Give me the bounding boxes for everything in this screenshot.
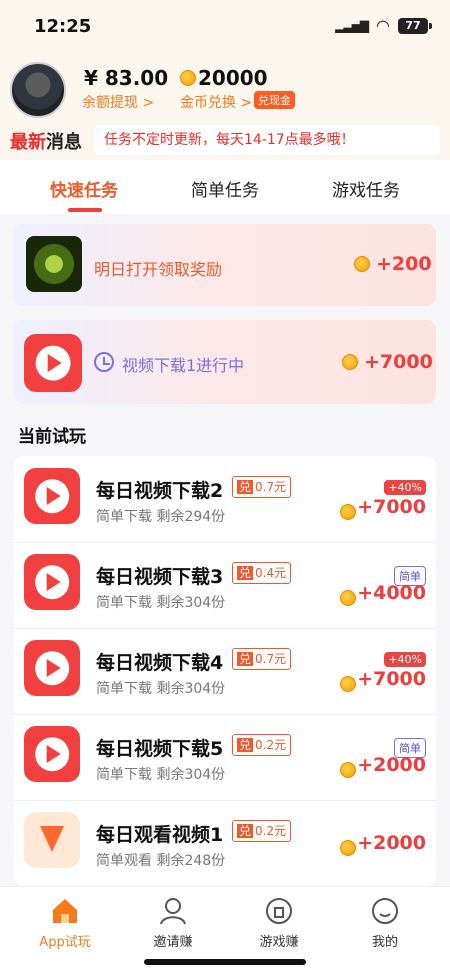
redeem-badge-key: 兑	[237, 480, 254, 494]
task-name: 每日视频下载4	[96, 652, 224, 674]
home-indicator	[144, 959, 306, 965]
task-row[interactable]: 每日观看视频1 兑 0.2元 简单观看 剩余248份 +2000	[14, 800, 436, 886]
wifi-icon: ◠	[376, 16, 390, 35]
nav-game-earn[interactable]: 游戏赚	[224, 895, 334, 950]
news-title-red: 最新	[10, 132, 46, 153]
nav-label: 游戏赚	[259, 935, 299, 950]
section-title: 当前试玩	[18, 427, 86, 447]
card-reward: +7000	[364, 351, 433, 373]
watch-app-icon	[24, 812, 80, 868]
coin-icon	[340, 590, 356, 606]
signal-icon: ▂▃▅▇	[335, 18, 369, 33]
task-row[interactable]: 每日视频下载5 兑 0.2元 简单下载 剩余304份 简单 +2000	[14, 714, 436, 801]
coin-icon	[340, 762, 356, 778]
task-reward: +4000	[357, 582, 426, 604]
coin-icon	[340, 504, 356, 520]
user-icon	[157, 895, 189, 927]
account-header: ¥ 83.00 余额提现 > 20000 金币兑换 > 兑现金	[0, 52, 450, 124]
redeem-badge-key: 兑	[237, 652, 254, 666]
bonus-tag: +40%	[384, 480, 426, 495]
video-app-icon	[24, 468, 80, 524]
news-text: 任务不定时更新，每天14-17点最多哦！	[94, 125, 440, 155]
battery-icon: 77	[398, 17, 432, 34]
news-bar: 最新消息 任务不定时更新，每天14-17点最多哦！	[0, 124, 450, 160]
nav-label: App试玩	[39, 935, 91, 950]
video-app-icon	[24, 334, 82, 392]
status-bar: 12:25 ▂▃▅▇ ◠ 77	[0, 0, 450, 52]
coin-icon	[354, 256, 370, 272]
coin-icon	[342, 354, 358, 370]
coin-icon	[340, 676, 356, 692]
task-reward: +2000	[357, 832, 426, 854]
task-row[interactable]: 每日视频下载3 兑 0.4元 简单下载 剩余304份 简单 +4000	[14, 542, 436, 629]
redeem-badge-value: 0.4元	[255, 566, 287, 580]
profile-face-icon	[369, 895, 401, 927]
redeem-badge-value: 0.2元	[255, 738, 287, 752]
home-icon	[49, 895, 81, 927]
task-name: 每日视频下载5	[96, 738, 224, 760]
news-title-black: 消息	[46, 132, 82, 153]
redeem-badge: 兑 0.4元	[232, 562, 292, 584]
card-text: 视频下载1进行中	[122, 356, 245, 375]
nav-mine[interactable]: 我的	[330, 895, 440, 950]
tab-active-indicator	[68, 208, 102, 212]
reward-card-tomorrow[interactable]: 明日打开领取奖励 +200	[14, 224, 436, 306]
task-subtitle: 简单下载 剩余304份	[96, 595, 226, 611]
tab-simple[interactable]: 简单任务	[191, 176, 259, 201]
redeem-badge: 兑 0.7元	[232, 648, 292, 670]
task-reward: +7000	[357, 668, 426, 690]
bonus-tag: +40%	[384, 652, 426, 667]
task-row[interactable]: 每日视频下载4 兑 0.7元 简单下载 剩余304份 +40% +7000	[14, 628, 436, 715]
task-name: 每日视频下载2	[96, 480, 224, 502]
video-app-icon	[24, 640, 80, 696]
exchange-badge: 兑现金	[254, 91, 295, 109]
task-reward: +7000	[357, 496, 426, 518]
video-app-icon	[24, 554, 80, 610]
balance-amount: ¥ 83.00	[84, 66, 169, 90]
coin-amount: 20000	[198, 66, 268, 90]
redeem-badge-value: 0.2元	[255, 824, 287, 838]
redeem-badge-value: 0.7元	[255, 652, 287, 666]
card-reward: +200	[376, 253, 432, 275]
nav-label: 我的	[371, 935, 398, 950]
nav-label: 邀请赚	[153, 935, 193, 950]
nav-invite[interactable]: 邀请赚	[118, 895, 228, 950]
tab-quick[interactable]: 快速任务	[50, 176, 118, 201]
task-subtitle: 简单下载 剩余304份	[96, 681, 226, 697]
redeem-badge-key: 兑	[237, 738, 254, 752]
coin-icon	[180, 70, 196, 86]
task-name: 每日视频下载3	[96, 566, 224, 588]
exchange-link[interactable]: 金币兑换 >	[180, 92, 252, 112]
task-subtitle: 简单下载 剩余294份	[96, 509, 226, 525]
clock-icon	[94, 352, 114, 372]
status-time: 12:25	[34, 16, 92, 37]
redeem-badge: 兑 0.2元	[232, 734, 292, 756]
news-title: 最新消息	[10, 128, 82, 154]
status-icons: ▂▃▅▇ ◠ 77	[335, 16, 432, 35]
card-text: 明日打开领取奖励	[94, 260, 223, 279]
task-reward: +2000	[357, 754, 426, 776]
task-name: 每日观看视频1	[96, 824, 224, 846]
withdraw-link[interactable]: 余额提现 >	[82, 92, 154, 112]
game-controller-icon	[263, 895, 295, 927]
redeem-badge-value: 0.7元	[255, 480, 287, 494]
play-triangle-icon	[40, 826, 64, 852]
task-tabs: 快速任务 简单任务 游戏任务	[0, 160, 450, 214]
task-row[interactable]: 每日视频下载2 兑 0.7元 简单下载 剩余294份 +40% +7000	[14, 456, 436, 543]
avatar[interactable]	[10, 62, 66, 118]
redeem-badge-key: 兑	[237, 824, 254, 838]
tab-game[interactable]: 游戏任务	[332, 176, 400, 201]
reward-card-in-progress[interactable]: 视频下载1进行中 +7000	[14, 320, 436, 404]
game-icon	[26, 236, 82, 292]
redeem-badge: 兑 0.2元	[232, 820, 292, 842]
redeem-badge: 兑 0.7元	[232, 476, 292, 498]
task-subtitle: 简单下载 剩余304份	[96, 767, 226, 783]
coin-icon	[340, 840, 356, 856]
redeem-badge-key: 兑	[237, 566, 254, 580]
task-subtitle: 简单观看 剩余248份	[96, 853, 226, 869]
task-list: 每日视频下载2 兑 0.7元 简单下载 剩余294份 +40% +7000 每日视…	[14, 456, 436, 886]
nav-app-trial[interactable]: App试玩	[10, 895, 120, 950]
video-app-icon	[24, 726, 80, 782]
